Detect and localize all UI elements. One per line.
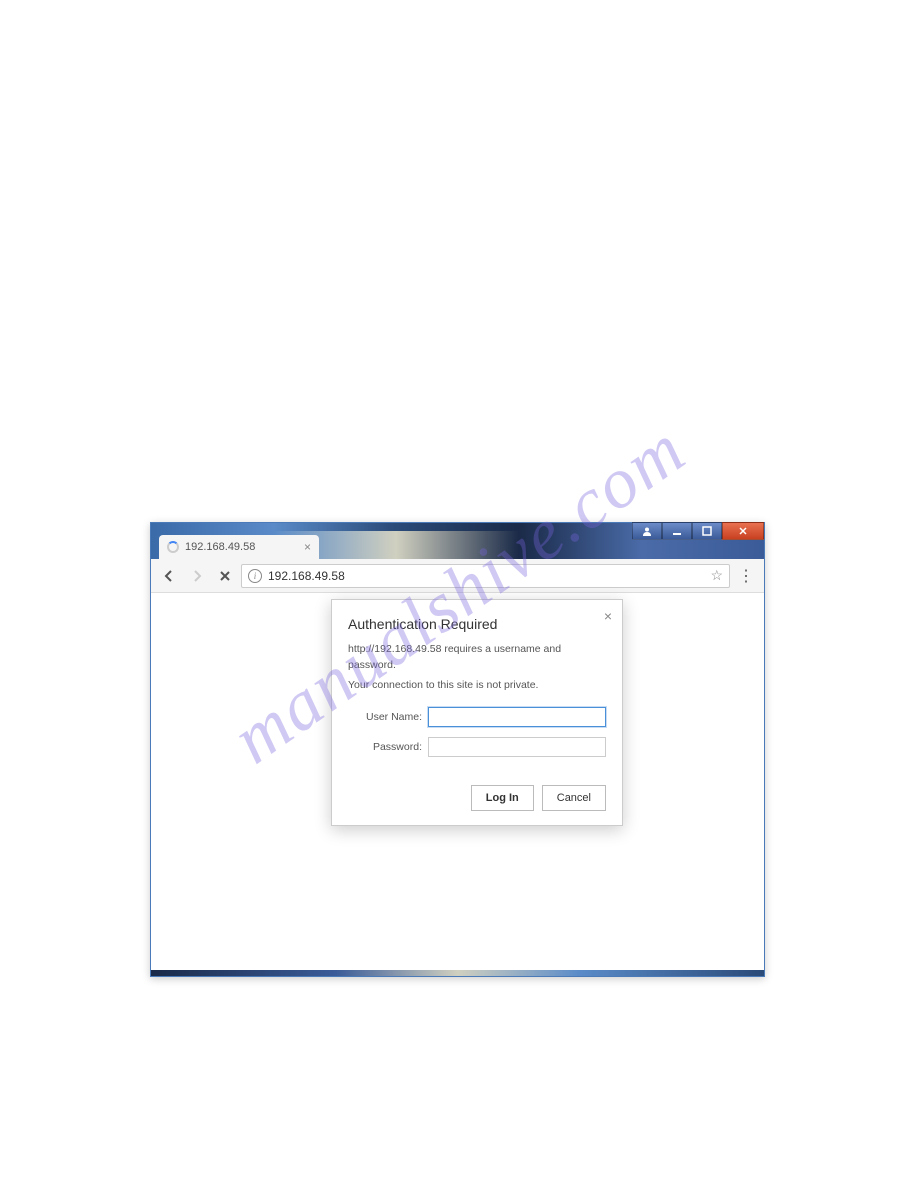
dialog-title: Authentication Required [348,616,606,632]
maximize-icon [702,526,712,536]
tab-close-button[interactable]: × [304,540,311,554]
profile-button[interactable] [632,522,662,540]
close-icon [738,526,748,536]
forward-button[interactable] [185,564,209,588]
x-icon [218,569,232,583]
username-row: User Name: [348,707,606,727]
tab-title: 192.168.49.58 [185,541,255,553]
auth-dialog: × Authentication Required http://192.168… [331,599,623,826]
cancel-button[interactable]: Cancel [542,785,606,811]
url-text: 192.168.49.58 [268,569,345,583]
minimize-button[interactable] [662,522,692,540]
password-input[interactable] [428,737,606,757]
username-label: User Name: [348,711,422,723]
window-controls [632,522,764,540]
page-content: × Authentication Required http://192.168… [151,593,764,976]
username-input[interactable] [428,707,606,727]
auth-form: User Name: Password: [348,707,606,757]
arrow-left-icon [162,569,176,583]
loading-spinner-icon [167,541,179,553]
login-button[interactable]: Log In [471,785,534,811]
back-button[interactable] [157,564,181,588]
browser-tab[interactable]: 192.168.49.58 × [159,535,319,559]
dialog-message-2: Your connection to this site is not priv… [348,678,606,694]
nav-bar: i 192.168.49.58 ☆ ⋮ [151,559,764,593]
arrow-right-icon [190,569,204,583]
dialog-buttons: Log In Cancel [348,785,606,811]
window-frame-bottom [151,970,764,976]
browser-window: 192.168.49.58 × i 192.168.49.58 ☆ ⋮ × Au… [150,522,765,977]
menu-button[interactable]: ⋮ [734,564,758,588]
address-bar[interactable]: i 192.168.49.58 ☆ [241,564,730,588]
close-window-button[interactable] [722,522,764,540]
dialog-message-1: http://192.168.49.58 requires a username… [348,642,606,674]
minimize-icon [672,526,682,536]
window-frame-top [151,523,764,531]
kebab-icon: ⋮ [738,566,754,586]
stop-button[interactable] [213,564,237,588]
password-label: Password: [348,741,422,753]
password-row: Password: [348,737,606,757]
dialog-close-button[interactable]: × [604,608,612,624]
bookmark-star-icon[interactable]: ☆ [710,567,723,584]
user-icon [642,526,652,536]
maximize-button[interactable] [692,522,722,540]
info-icon[interactable]: i [248,569,262,583]
